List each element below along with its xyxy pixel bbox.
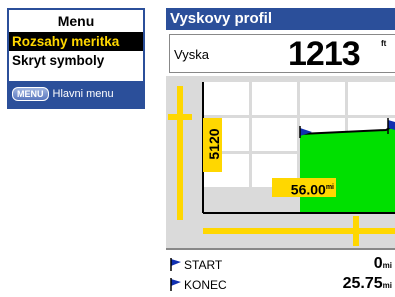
elevation-unit: ft	[381, 39, 387, 48]
menu-item-skryt-symboly[interactable]: Skryt symboly	[9, 51, 143, 70]
elevation-profile-area	[300, 125, 395, 212]
route-info: START 0mi KONEC 25.75mi	[166, 248, 395, 297]
vertical-scale-label: 5120	[203, 118, 222, 172]
start-label: START	[184, 258, 223, 272]
flag-icon	[170, 278, 181, 291]
menu-footer[interactable]: MENU Hlavni menu	[9, 81, 143, 107]
elevation-plot[interactable]	[166, 76, 395, 248]
elevation-label: Vyska	[174, 47, 209, 62]
elevation-value: 1213	[288, 35, 361, 73]
horizontal-scale-label: 56.00mi	[272, 178, 336, 198]
flag-icon	[170, 258, 181, 271]
end-value: 25.75mi	[342, 275, 392, 292]
vertical-scale-value: 5120	[206, 128, 222, 160]
page-title: Vyskovy profil	[166, 8, 395, 30]
start-row[interactable]: START 0mi	[166, 255, 395, 275]
menu-key-badge: MENU	[12, 87, 49, 101]
horizontal-scale-unit: mi	[325, 184, 334, 191]
end-row[interactable]: KONEC 25.75mi	[166, 275, 395, 295]
options-menu: Menu Rozsahy meritka Skryt symboly MENU …	[7, 8, 145, 109]
menu-item-rozsahy-meritka[interactable]: Rozsahy meritka	[9, 32, 143, 51]
plot-graphic	[168, 82, 395, 246]
end-label: KONEC	[184, 278, 227, 292]
menu-title: Menu	[57, 13, 95, 29]
start-value: 0mi	[373, 255, 392, 272]
elevation-field: Vyska 1213 ft	[169, 34, 395, 73]
elevation-profile-screen: Vyskovy profil Vyska 1213 ft 5120 56.00m…	[166, 8, 395, 297]
main-menu-label: Hlavni menu	[52, 88, 114, 100]
horizontal-scale-value: 56.00	[290, 181, 326, 198]
